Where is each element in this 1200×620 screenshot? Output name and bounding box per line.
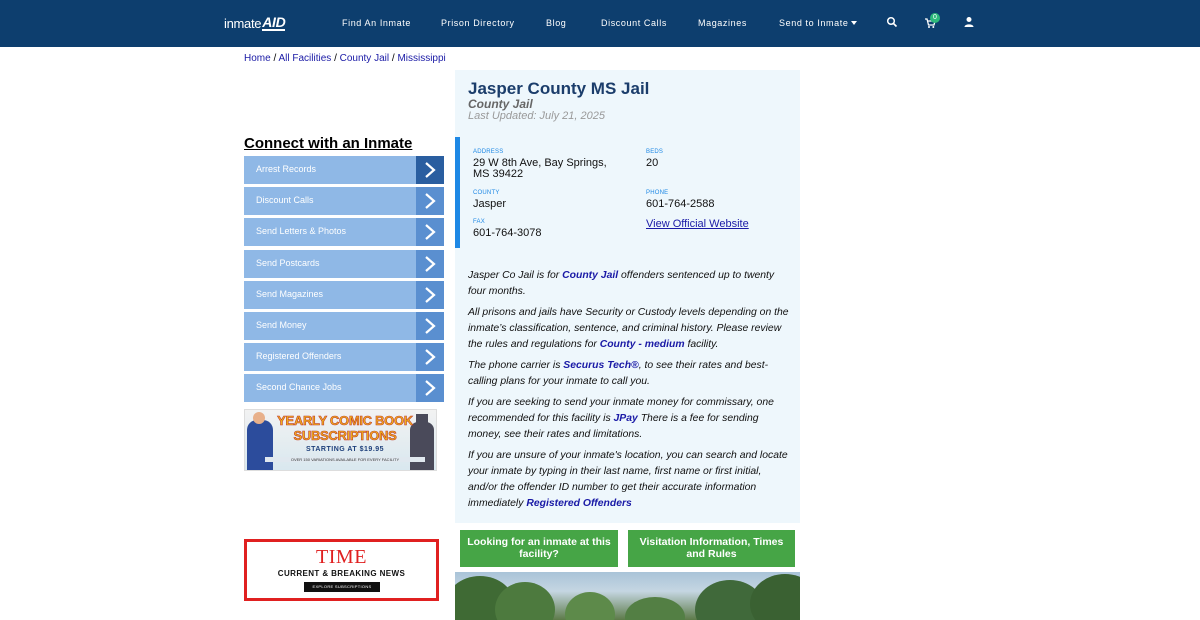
desc-text: Jasper Co Jail is for xyxy=(468,270,563,281)
nav-prison-directory[interactable]: Prison Directory xyxy=(441,18,515,28)
chevron-right-icon xyxy=(416,218,444,247)
sidebar-item-registered-offenders[interactable]: Registered Offenders xyxy=(244,343,444,372)
button-label-line-1: Visitation Information, Times xyxy=(639,536,784,548)
sidebar-item-label: Send Magazines xyxy=(256,288,324,299)
page-title: Jasper County MS Jail xyxy=(468,79,650,98)
sidebar-item-label: Send Postcards xyxy=(256,257,320,268)
breadcrumb-separator: / xyxy=(391,53,395,64)
time-ad-tagline: CURRENT & BREAKING NEWS xyxy=(277,569,406,578)
description-p1: Jasper Co Jail is for County Jail offend… xyxy=(468,268,790,300)
desc-text: facility. xyxy=(684,339,719,350)
time-magazine-ad[interactable]: TIME CURRENT & BREAKING NEWS EXPLORE SUB… xyxy=(244,539,439,601)
breadcrumb-separator: / xyxy=(334,53,337,64)
securus-tech-link[interactable]: Securus Tech® xyxy=(563,360,638,371)
cart-count-badge: 0 xyxy=(930,13,940,23)
breadcrumb: Home / All Facilities / County Jail / Mi… xyxy=(244,53,446,64)
sidebar-item-second-chance-jobs[interactable]: Second Chance Jobs xyxy=(244,374,444,403)
comic-ad-subtext: OVER 150 VARIATIONS AVAILABLE FOR EVERY … xyxy=(265,457,425,462)
breadcrumb-mississippi[interactable]: Mississippi xyxy=(397,53,445,64)
time-logo: TIME xyxy=(316,546,367,568)
chevron-right-icon xyxy=(416,280,444,309)
facility-photo xyxy=(455,572,800,620)
address-line-2: MS 39422 xyxy=(473,168,524,180)
breadcrumb-home[interactable]: Home xyxy=(244,53,271,64)
find-inmate-at-facility-button[interactable]: Looking for an inmate at this facility? xyxy=(460,530,618,567)
description-p5: If you are unsure of your inmate's locat… xyxy=(468,448,790,512)
chevron-right-icon xyxy=(416,311,444,340)
tree-shape xyxy=(750,574,800,620)
fax-value: 601-764-3078 xyxy=(473,227,542,239)
sidebar-item-send-letters-photos[interactable]: Send Letters & Photos xyxy=(244,218,444,247)
nav-discount-calls[interactable]: Discount Calls xyxy=(601,18,667,28)
nav-blog[interactable]: Blog xyxy=(546,18,566,28)
sidebar-item-label: Send Money xyxy=(256,319,307,330)
sidebar-item-discount-calls[interactable]: Discount Calls xyxy=(244,187,444,216)
visitation-info-button[interactable]: Visitation Information, Times and Rules xyxy=(628,530,795,567)
nav-send-to-inmate-label: Send to Inmate xyxy=(779,18,849,28)
connect-inmate-title[interactable]: Connect with an Inmate xyxy=(244,135,412,152)
beds-value: 20 xyxy=(646,157,659,169)
phone-label: PHONE xyxy=(646,190,669,196)
comic-ad-headline-2: SUBSCRIPTIONS xyxy=(293,428,397,444)
sidebar-item-arrest-records[interactable]: Arrest Records xyxy=(244,156,444,184)
tree-shape xyxy=(625,597,685,620)
comic-ad-headline: YEARLY COMIC BOOK xyxy=(277,413,414,429)
county-jail-link[interactable]: County Jail xyxy=(562,270,618,281)
nav-find-an-inmate[interactable]: Find An Inmate xyxy=(342,18,411,28)
sidebar-item-send-money[interactable]: Send Money xyxy=(244,311,444,340)
user-icon[interactable] xyxy=(963,16,975,28)
phone-value: 601-764-2588 xyxy=(646,198,715,210)
chevron-right-icon xyxy=(416,343,444,372)
chevron-right-icon xyxy=(416,187,444,216)
description-p4: If you are seeking to send your inmate m… xyxy=(468,395,790,443)
sidebar-menu: Arrest Records Discount Calls Send Lette… xyxy=(244,156,444,406)
fax-label: FAX xyxy=(473,219,485,225)
comic-ad-price: STARTING AT $19.95 xyxy=(305,446,385,453)
breadcrumb-separator: / xyxy=(273,53,277,64)
comic-subscription-ad[interactable]: YEARLY COMIC BOOK SUBSCRIPTIONS STARTING… xyxy=(244,409,437,471)
top-navbar: inmate AID Find An Inmate Prison Directo… xyxy=(0,0,1200,47)
nav-send-to-inmate[interactable]: Send to Inmate xyxy=(779,18,858,28)
sidebar-item-label: Second Chance Jobs xyxy=(256,382,342,393)
chevron-down-icon xyxy=(851,21,858,25)
search-icon[interactable] xyxy=(886,16,898,28)
county-medium-link[interactable]: County - medium xyxy=(600,339,685,350)
logo-text-inmate: inmate xyxy=(224,15,262,31)
logo-text-aid: AID xyxy=(262,13,286,31)
button-label-line-2: facility? xyxy=(519,548,559,560)
chevron-right-icon xyxy=(416,156,444,184)
explore-subscriptions-button[interactable]: EXPLORE SUBSCRIPTIONS xyxy=(304,582,380,592)
button-label-line-2: and Rules xyxy=(686,548,737,560)
description-p2: All prisons and jails have Security or C… xyxy=(468,305,790,353)
address-label: ADDRESS xyxy=(473,149,504,155)
sidebar-item-label: Registered Offenders xyxy=(256,351,342,362)
desc-text: The phone carrier is xyxy=(468,360,564,371)
description-p3: The phone carrier is Securus Tech®, to s… xyxy=(468,358,790,390)
jpay-link[interactable]: JPay xyxy=(614,413,638,424)
sidebar-item-label: Discount Calls xyxy=(256,195,314,206)
sidebar-item-label: Arrest Records xyxy=(256,164,317,174)
registered-offenders-link[interactable]: Registered Offenders xyxy=(526,498,631,509)
breadcrumb-county-jail[interactable]: County Jail xyxy=(340,53,389,64)
sidebar-item-send-magazines[interactable]: Send Magazines xyxy=(244,280,444,309)
tree-shape xyxy=(565,592,615,620)
nav-magazines[interactable]: Magazines xyxy=(698,18,747,28)
chevron-right-icon xyxy=(416,249,444,278)
county-value: Jasper xyxy=(473,198,507,210)
beds-label: BEDS xyxy=(646,149,664,155)
official-website-link[interactable]: View Official Website xyxy=(646,218,749,230)
county-label: COUNTY xyxy=(473,190,500,196)
button-label-line-1: Looking for an inmate at this xyxy=(467,536,611,548)
last-updated: Last Updated: July 21, 2025 xyxy=(468,110,605,122)
sidebar-item-label: Send Letters & Photos xyxy=(256,226,347,237)
breadcrumb-all-facilities[interactable]: All Facilities xyxy=(278,53,331,64)
facility-type: County Jail xyxy=(468,97,533,111)
site-logo[interactable]: inmate AID xyxy=(224,13,286,31)
sidebar-item-send-postcards[interactable]: Send Postcards xyxy=(244,249,444,278)
chevron-right-icon xyxy=(416,374,444,403)
